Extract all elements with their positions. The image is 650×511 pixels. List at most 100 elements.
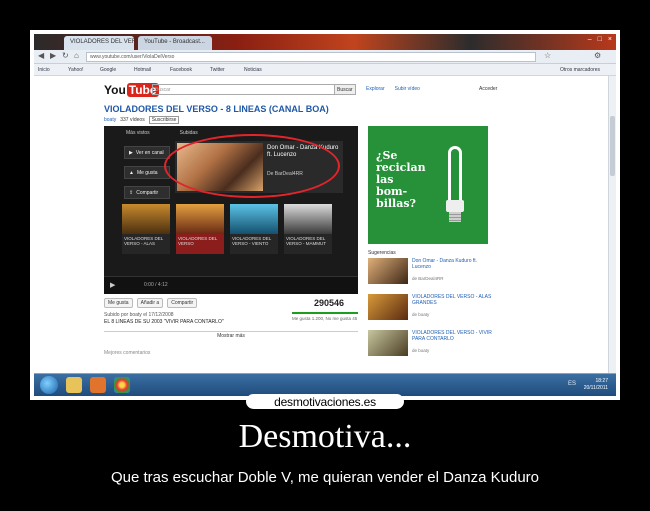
suggestion-meta: de BarDeal4RR bbox=[412, 276, 444, 281]
video-description: Subido por boaty el 17/12/2008 EL 8 LINE… bbox=[104, 312, 224, 326]
light-bulb-icon bbox=[442, 146, 468, 224]
chrome-icon[interactable] bbox=[114, 377, 130, 393]
home-icon[interactable]: ⌂ bbox=[74, 51, 79, 60]
address-bar[interactable]: www.youtube.com/user/ViolaDelVerso bbox=[86, 52, 536, 62]
share-action-button[interactable]: Compartir bbox=[167, 298, 198, 308]
site-name[interactable]: desmotivaciones.es bbox=[246, 395, 404, 409]
thumb-caption: VIOLADORES DEL VERSO - ALAS bbox=[124, 236, 164, 246]
view-channel-button[interactable]: ▶ Ver en canal bbox=[124, 146, 170, 159]
scroll-thumb[interactable] bbox=[610, 116, 615, 176]
channel-title[interactable]: VIOLADORES DEL VERSO - 8 LINEAS (CANAL B… bbox=[104, 104, 329, 114]
bookmark-item[interactable]: Twitter bbox=[210, 67, 225, 73]
star-icon[interactable]: ☆ bbox=[544, 51, 551, 60]
tab-most-viewed[interactable]: Más vistos bbox=[126, 130, 150, 136]
video-thumbnails: VIOLADORES DEL VERSO - ALAS VIOLADORES D… bbox=[122, 204, 332, 254]
video-thumb[interactable]: VIOLADORES DEL VERSO - VIENTO bbox=[230, 204, 278, 254]
thumb-caption: VIOLADORES DEL VERSO - MAMMUT bbox=[286, 236, 326, 246]
suggestion-title: Don Omar - Danza Kuduro ft. Lucenzo bbox=[412, 258, 478, 270]
thumb-caption: VIOLADORES DEL VERSO - VIENTO bbox=[232, 236, 272, 246]
media-player-icon[interactable] bbox=[90, 377, 106, 393]
minimize-button[interactable]: – bbox=[588, 36, 592, 43]
share-label: Compartir bbox=[136, 189, 159, 196]
view-channel-label: Ver en canal bbox=[135, 149, 164, 156]
sign-in-link[interactable]: Acceder bbox=[479, 86, 497, 92]
like-button[interactable]: ▲ Me gusta bbox=[124, 166, 170, 179]
youtube-logo[interactable]: You Tube bbox=[104, 82, 159, 98]
video-thumb[interactable]: VIOLADORES DEL VERSO - ALAS bbox=[122, 204, 170, 254]
video-thumb[interactable]: VIOLADORES DEL VERSO - MAMMUT bbox=[284, 204, 332, 254]
share-button[interactable]: ⇪ Compartir bbox=[124, 186, 170, 199]
suggestion-thumb bbox=[368, 258, 408, 284]
bookmark-item[interactable]: Inicio bbox=[38, 67, 50, 73]
bookmark-item[interactable]: Hotmail bbox=[134, 67, 151, 73]
upload-info: Subido por boaty el 17/12/2008 bbox=[104, 312, 174, 318]
bookmark-item[interactable]: Yahoo! bbox=[68, 67, 83, 73]
search-button[interactable]: Buscar bbox=[334, 84, 356, 95]
upload-link[interactable]: Subir vídeo bbox=[395, 86, 420, 92]
browser-tab-1[interactable]: VIOLADORES DEL VERSO bbox=[64, 36, 134, 50]
description-text: EL 8 LINEAS DE SU 2003 "VIVIR PARA CONTA… bbox=[104, 319, 224, 325]
channel-subline: boaty 337 vídeos Suscribirse bbox=[104, 116, 180, 124]
suggestion-title: VIOLADORES DEL VERSO - VIVIR PARA CONTAR… bbox=[412, 330, 492, 342]
like-action-button[interactable]: Me gusta bbox=[104, 298, 133, 308]
explore-link[interactable]: Explorar bbox=[366, 86, 385, 92]
windows-taskbar: ES 18:27 20/11/2011 bbox=[34, 373, 616, 396]
video-thumb[interactable]: VIOLADORES DEL VERSO bbox=[176, 204, 224, 254]
share-icon: ⇪ bbox=[129, 189, 134, 196]
screenshot-frame: VIOLADORES DEL VERSO YouTube - Broadcast… bbox=[30, 30, 620, 400]
maximize-button[interactable]: □ bbox=[598, 36, 602, 43]
browser-tab-bar: VIOLADORES DEL VERSO YouTube - Broadcast… bbox=[34, 34, 616, 50]
thumb-up-icon: ▲ bbox=[129, 169, 134, 176]
page-scrollbar[interactable] bbox=[608, 76, 616, 373]
suggestion-thumb bbox=[368, 330, 408, 356]
reload-icon[interactable]: ↻ bbox=[62, 51, 69, 60]
player-controls: ▶ 0:00 / 4:12 bbox=[104, 276, 358, 294]
suggestion-title: VIOLADORES DEL VERSO - ALAS GRANDES bbox=[412, 294, 492, 306]
bookmark-item[interactable]: Facebook bbox=[170, 67, 192, 73]
taskbar-clock[interactable]: 18:27 20/11/2011 bbox=[584, 378, 608, 392]
ad-text: ¿Se reciclan las bom- billas? bbox=[376, 150, 426, 210]
suggestion-item[interactable]: Don Omar - Danza Kuduro ft. Lucenzo de B… bbox=[368, 258, 498, 288]
suggestion-meta: de boaty bbox=[412, 312, 430, 317]
clock-date: 20/11/2011 bbox=[583, 385, 608, 391]
wrench-icon[interactable]: ⚙ bbox=[594, 51, 601, 60]
channel-user[interactable]: boaty bbox=[104, 117, 116, 123]
rating-bar bbox=[292, 312, 358, 314]
folder-icon[interactable] bbox=[66, 377, 82, 393]
close-button[interactable]: × bbox=[608, 36, 612, 43]
bookmark-item[interactable]: Google bbox=[100, 67, 116, 73]
suggestion-meta: de boaty bbox=[412, 348, 430, 353]
start-button[interactable] bbox=[40, 376, 58, 394]
subscribe-button[interactable]: Suscribirse bbox=[148, 116, 180, 124]
bookmark-item[interactable]: Noticias bbox=[244, 67, 262, 73]
view-count: 290546 bbox=[314, 298, 345, 308]
top-links: Explorar Subir vídeo bbox=[366, 86, 420, 92]
clock-time: 18:27 bbox=[595, 378, 608, 384]
play-icon[interactable]: ▶ bbox=[110, 281, 115, 289]
bookmark-item[interactable]: Otros marcadores bbox=[560, 67, 600, 73]
suggestions-header: Sugerencias bbox=[368, 250, 396, 256]
ad-banner[interactable]: ¿Se reciclan las bom- billas? bbox=[368, 126, 488, 244]
tray-language[interactable]: ES bbox=[568, 381, 576, 387]
video-actions: Me gusta Añadir a Compartir bbox=[104, 298, 198, 308]
browser-tab-2[interactable]: YouTube - Broadcast... bbox=[138, 36, 212, 50]
poster: VIOLADORES DEL VERSO YouTube - Broadcast… bbox=[0, 0, 650, 511]
red-circle-highlight bbox=[164, 134, 340, 198]
forward-arrow-icon[interactable]: ▶ bbox=[50, 51, 56, 60]
comments-header: Mejores comentarios bbox=[104, 350, 151, 356]
back-arrow-icon[interactable]: ◀ bbox=[38, 51, 44, 60]
poster-caption: Que tras escuchar Doble V, me quieran ve… bbox=[110, 469, 540, 486]
add-to-button[interactable]: Añadir a bbox=[136, 298, 164, 308]
search-input[interactable]: Buscar bbox=[152, 84, 356, 95]
suggestion-item[interactable]: VIOLADORES DEL VERSO - ALAS GRANDES de b… bbox=[368, 294, 498, 324]
show-more-button[interactable]: Mostrar más bbox=[104, 331, 358, 339]
thumb-caption: VIOLADORES DEL VERSO bbox=[178, 236, 218, 246]
screenshot: VIOLADORES DEL VERSO YouTube - Broadcast… bbox=[34, 34, 616, 396]
browser-nav-bar: ◀ ▶ ↻ ⌂ www.youtube.com/user/ViolaDelVer… bbox=[34, 50, 616, 64]
channel-player: Más vistos Subidas ▶ Ver en canal ▲ Me gus… bbox=[104, 126, 358, 294]
thumb-image bbox=[176, 204, 224, 234]
ad-line: billas? bbox=[376, 197, 416, 210]
suggestion-item[interactable]: VIOLADORES DEL VERSO - VIVIR PARA CONTAR… bbox=[368, 330, 498, 360]
tab-uploads[interactable]: Subidas bbox=[180, 130, 198, 136]
play-icon: ▶ bbox=[129, 149, 133, 156]
